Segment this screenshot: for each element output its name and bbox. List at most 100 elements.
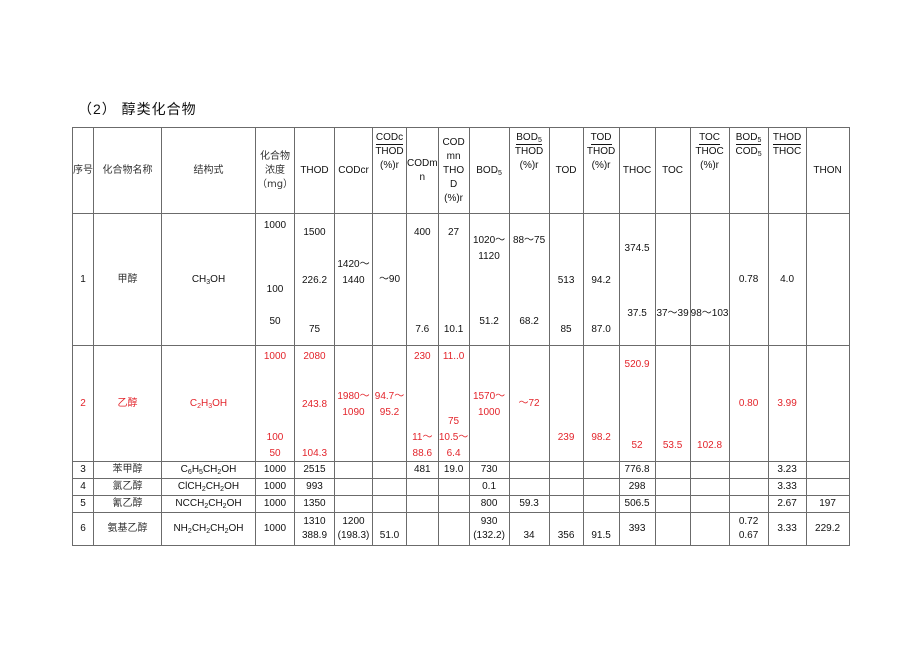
thod-cell: 2515: [294, 461, 335, 479]
header-formula: 结构式: [161, 127, 256, 214]
toc-thoc-cell: [689, 478, 730, 496]
concentration-cell: 1000: [255, 461, 295, 479]
bod5-thod-cell: 88～75 68.2: [508, 213, 550, 346]
table-row: 5 氰乙醇 NCCH2CH2OH 1000 1350 800 59.3 506.…: [72, 495, 850, 513]
seq-cell: 5: [72, 495, 94, 513]
codmn-cell: 481: [406, 461, 439, 479]
thon-cell: 197: [805, 495, 850, 513]
header-toc: TOC: [654, 127, 691, 214]
thod-thoc-cell: 3.23: [767, 461, 807, 479]
header-codmn-thod: COD mn THO D (%)r: [437, 127, 470, 214]
bod5-thod-cell: [508, 461, 550, 479]
header-thod: THOD: [294, 127, 335, 214]
seq-cell: 1: [72, 213, 94, 346]
concentration-cell: 1000: [255, 478, 295, 496]
codmn-thod-cell: 27 10.1: [437, 213, 470, 346]
tod-cell: [548, 478, 584, 496]
name-cell: 苯甲醇: [93, 461, 162, 479]
codc-thod-cell: 51.0: [372, 512, 407, 546]
thon-cell: [805, 478, 850, 496]
thod-thoc-cell: 4.0: [767, 213, 807, 346]
header-bod5-thod: BOD5 THOD (%)r: [508, 127, 550, 214]
tod-cell: 239: [548, 345, 584, 462]
bod5-thod-cell: [508, 478, 550, 496]
tod-thod-cell: 98.2: [582, 345, 620, 462]
concentration-cell: 1000: [255, 495, 295, 513]
name-cell: 氨基乙醇: [93, 512, 162, 546]
thoc-cell: 520.9 52: [618, 345, 656, 462]
header-seq: 序号: [72, 127, 94, 214]
header-row: 序号 化合物名称 结构式 化合物 浓度 （mg） THOD CODcr CODc TH…: [72, 127, 850, 214]
tod-cell: [548, 495, 584, 513]
table-row: 6 氨基乙醇 NH2CH2CH2OH 1000 1310 388.9 1200 (1…: [72, 512, 850, 546]
thon-cell: [805, 461, 850, 479]
toc-thoc-cell: 98～103: [689, 213, 730, 346]
name-cell: 氯乙醇: [93, 478, 162, 496]
codmn-thod-cell: [437, 495, 470, 513]
seq-cell: 6: [72, 512, 94, 546]
tod-thod-cell: [582, 461, 620, 479]
thoc-cell: 374.5 37.5: [618, 213, 656, 346]
codmn-cell: [406, 512, 439, 546]
alcohol-compounds-table: 序号 化合物名称 结构式 化合物 浓度 （mg） THOD CODcr CODc TH…: [72, 127, 850, 546]
codmn-thod-cell: [437, 512, 470, 546]
thod-cell: 2080 243.8 104.3: [294, 345, 335, 462]
codmn-cell: [406, 495, 439, 513]
codmn-thod-cell: [437, 478, 470, 496]
codmn-cell: 400 7.6: [406, 213, 439, 346]
bod5-thod-cell: 59.3: [508, 495, 550, 513]
codcr-cell: [334, 495, 373, 513]
bod5-cod5-cell: [728, 461, 769, 479]
thoc-cell: 776.8: [618, 461, 656, 479]
tod-cell: 513 85: [548, 213, 584, 346]
toc-cell: [654, 461, 691, 479]
tod-cell: [548, 461, 584, 479]
thoc-cell: 393: [618, 512, 656, 546]
codcr-cell: [334, 478, 373, 496]
bod5-cod5-cell: 0.72 0.67: [728, 512, 769, 546]
codmn-thod-cell: 11..0 75 10.5～ 6.4: [437, 345, 470, 462]
concentration-cell: 1000: [255, 512, 295, 546]
thon-cell: 229.2: [805, 512, 850, 546]
header-thod-thoc: THOD THOC: [767, 127, 807, 214]
header-name: 化合物名称: [93, 127, 162, 214]
table-row: 1 甲醇 CH3OH 1000 100 50 1500 226.2 75 142…: [72, 213, 850, 346]
codcr-cell: 1200 (198.3): [334, 512, 373, 546]
thod-thoc-cell: 3.99: [767, 345, 807, 462]
table-row: 4 氯乙醇 ClCH2CH2OH 1000 993 0.1 298 3.33: [72, 478, 850, 496]
tod-cell: 356: [548, 512, 584, 546]
header-bod5-cod5: BOD5 COD5: [728, 127, 769, 214]
name-cell: 甲醇: [93, 213, 162, 346]
formula-cell: C6H5CH2OH: [161, 461, 256, 479]
table-row: 2 乙醇 C2H3OH 1000 100 50 2080 243.8 104.3…: [72, 345, 850, 462]
header-toc-thoc: TOC THOC (%)r: [689, 127, 730, 214]
section-title: （2） 醇类化合物: [78, 101, 197, 117]
name-cell: 乙醇: [93, 345, 162, 462]
header-codmn: CODm n: [406, 127, 439, 214]
thod-cell: 1310 388.9: [294, 512, 335, 546]
toc-cell: [654, 495, 691, 513]
tod-thod-cell: [582, 495, 620, 513]
toc-thoc-cell: [689, 461, 730, 479]
thon-cell: [805, 213, 850, 346]
header-thon: THON: [805, 127, 850, 214]
toc-cell: 37～39: [654, 213, 691, 346]
toc-thoc-cell: [689, 512, 730, 546]
codc-thod-cell: ～90: [372, 213, 407, 346]
bod5-thod-cell: ～72: [508, 345, 550, 462]
table-row: 3 苯甲醇 C6H5CH2OH 1000 2515 481 19.0 730 7…: [72, 461, 850, 479]
thod-cell: 1500 226.2 75: [294, 213, 335, 346]
thod-cell: 1350: [294, 495, 335, 513]
thon-cell: [805, 345, 850, 462]
toc-cell: [654, 478, 691, 496]
bod5-cod5-cell: [728, 478, 769, 496]
thod-thoc-cell: 3.33: [767, 478, 807, 496]
toc-cell: [654, 512, 691, 546]
formula-cell: NH2CH2CH2OH: [161, 512, 256, 546]
header-codc-thod: CODc THOD (%)r: [372, 127, 407, 214]
thoc-cell: 506.5: [618, 495, 656, 513]
toc-thoc-cell: 102.8: [689, 345, 730, 462]
codcr-cell: 1420～ 1440: [334, 213, 373, 346]
formula-cell: CH3OH: [161, 213, 256, 346]
tod-thod-cell: 91.5: [582, 512, 620, 546]
